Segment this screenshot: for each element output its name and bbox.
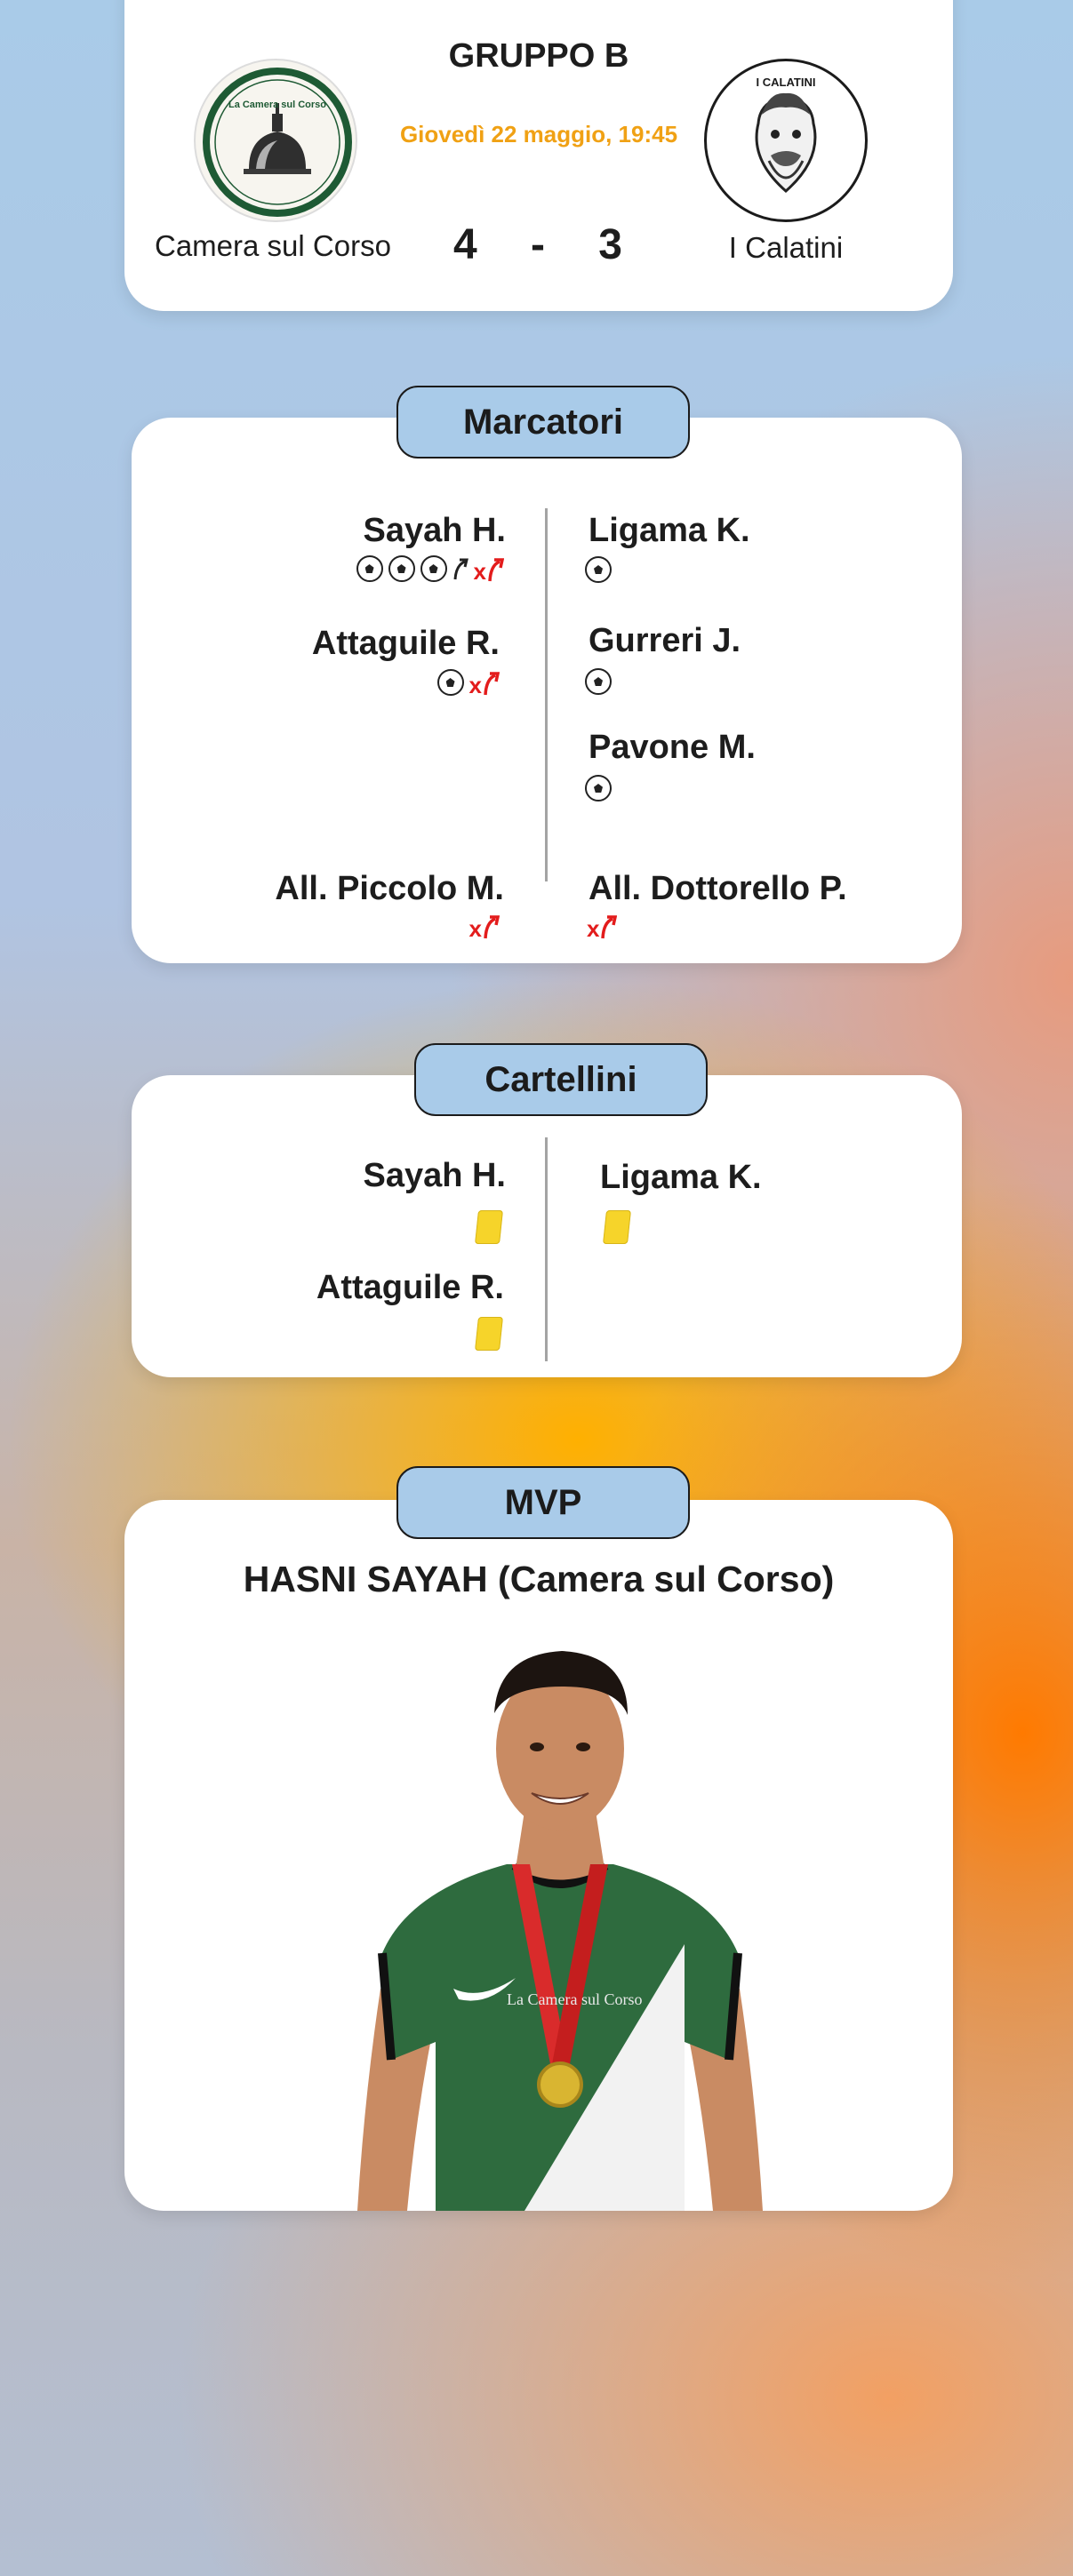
away-scorer-3-name: Pavone M. bbox=[589, 729, 756, 766]
assist-arrow-icon bbox=[453, 558, 468, 580]
home-team-logo: La Camera sul Corso bbox=[194, 59, 357, 222]
sub-arrow-icon bbox=[488, 558, 504, 582]
home-logo-text: La Camera sul Corso bbox=[228, 100, 327, 110]
away-coach-name: All. Dottorello P. bbox=[589, 870, 847, 907]
substitution-mark: x bbox=[474, 554, 504, 583]
goal-icon bbox=[388, 555, 415, 582]
sub-arrow-icon bbox=[601, 915, 618, 939]
home-scorer-2-events: x bbox=[436, 668, 500, 697]
score-separator: - bbox=[531, 221, 545, 268]
home-scorer-1-events: x bbox=[356, 554, 504, 583]
away-scorer-2-events bbox=[585, 668, 612, 695]
substitution-mark: x bbox=[469, 912, 500, 940]
goal-icon bbox=[436, 669, 464, 696]
home-scorer-1-name: Sayah H. bbox=[363, 512, 506, 549]
goal-icon bbox=[356, 555, 383, 582]
score-row: 4 - 3 bbox=[453, 220, 622, 269]
mvp-title-pill: MVP bbox=[396, 1466, 690, 1539]
dome-logo-icon bbox=[203, 68, 352, 217]
goal-icon bbox=[420, 555, 447, 582]
mvp-card: La Camera sul Corso HASNI SAYAH (Camera … bbox=[124, 1500, 953, 2211]
away-score: 3 bbox=[598, 221, 622, 268]
scorers-divider bbox=[545, 508, 548, 881]
match-card: GRUPPO B Giovedì 22 maggio, 19:45 La Cam… bbox=[124, 0, 953, 311]
home-card-2-name: Attaguile R. bbox=[316, 1269, 504, 1306]
mvp-jersey-text: La Camera sul Corso bbox=[507, 1990, 643, 2008]
cards-title-pill: Cartellini bbox=[414, 1043, 708, 1116]
away-card-1-name: Ligama K. bbox=[600, 1159, 762, 1196]
away-team-name: I Calatini bbox=[728, 231, 844, 264]
home-coach-name: All. Piccolo M. bbox=[275, 870, 504, 907]
away-team-logo: I CALATINI bbox=[704, 59, 868, 222]
substitution-mark: x bbox=[469, 668, 500, 697]
away-scorer-2-name: Gurreri J. bbox=[589, 622, 741, 659]
yellow-card-icon bbox=[603, 1210, 631, 1244]
home-scorer-2-name: Attaguile R. bbox=[311, 625, 500, 662]
away-coach-events: x bbox=[587, 912, 618, 940]
substitution-mark: x bbox=[587, 912, 618, 940]
goal-icon bbox=[585, 775, 612, 802]
away-logo-text: I CALATINI bbox=[756, 76, 816, 89]
mvp-player-photo bbox=[357, 1651, 763, 2211]
away-scorer-1-name: Ligama K. bbox=[589, 512, 750, 549]
home-card-1-name: Sayah H. bbox=[363, 1157, 506, 1194]
yellow-card-icon bbox=[475, 1210, 503, 1244]
away-scorer-1-events bbox=[585, 556, 612, 583]
home-team-name: Camera sul Corso bbox=[155, 229, 391, 262]
goal-icon bbox=[585, 556, 612, 583]
scorers-title-pill: Marcatori bbox=[396, 386, 690, 459]
sub-arrow-icon bbox=[484, 672, 500, 696]
mvp-player-name: HASNI SAYAH (Camera sul Corso) bbox=[243, 1559, 835, 1599]
cards-divider bbox=[545, 1137, 548, 1361]
away-scorer-3-events bbox=[585, 775, 612, 802]
yellow-card-icon bbox=[475, 1317, 503, 1351]
home-score: 4 bbox=[453, 221, 477, 268]
home-coach-events: x bbox=[469, 912, 500, 940]
sub-arrow-icon bbox=[484, 915, 500, 939]
goal-icon bbox=[585, 668, 612, 695]
